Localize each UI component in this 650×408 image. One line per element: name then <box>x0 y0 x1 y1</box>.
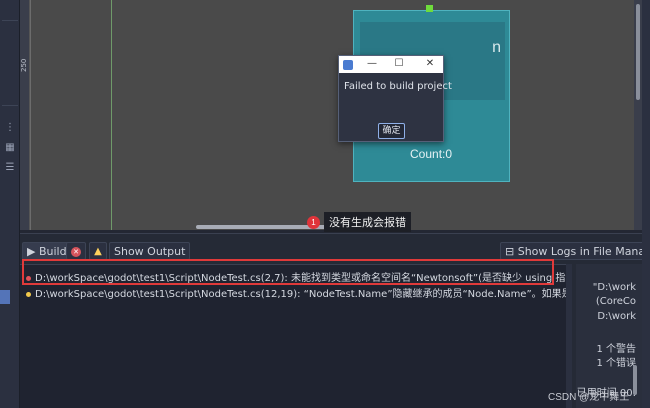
show-output-button[interactable]: Show Output <box>109 242 191 260</box>
minimize-icon[interactable]: — <box>363 56 381 73</box>
editor-viewport[interactable]: n Count:0 <box>30 0 642 230</box>
summary-line: (CoreCo <box>595 296 636 307</box>
viewport-vertical-scrollbar[interactable] <box>634 0 642 230</box>
dock-selection-marker <box>0 290 10 304</box>
close-icon[interactable]: ✕ <box>421 56 439 73</box>
build-label: Build <box>38 245 67 258</box>
dock-grid-icon[interactable]: ▦ <box>3 142 17 154</box>
callout-number-badge: 1 <box>307 215 320 229</box>
summary-warnings: 1 个警告 <box>596 344 636 355</box>
vertical-ruler: 250 <box>20 0 30 230</box>
node-pivot-handle[interactable] <box>426 5 433 12</box>
dock-menu-icon[interactable]: ⋮ <box>3 122 17 134</box>
node-title-fragment: n <box>492 39 501 56</box>
maximize-icon[interactable]: ☐ <box>390 56 408 73</box>
log-scrollbar[interactable] <box>566 264 572 408</box>
error-highlight-box <box>22 259 554 285</box>
summary-scrollbar[interactable] <box>633 365 637 395</box>
folder-icon: ⊟ <box>505 245 518 258</box>
build-button[interactable]: ▶ Build <box>22 242 72 260</box>
summary-line: D:\work <box>597 311 636 322</box>
dialog-titlebar: — ☐ ✕ <box>339 56 443 73</box>
dock-separator <box>2 20 18 21</box>
show-logs-button[interactable]: ⊟ Show Logs in File Manager <box>500 242 650 260</box>
summary-line: "D:\work <box>592 282 636 293</box>
build-log-list[interactable]: D:\workSpace\godot\test1\Script\NodeTest… <box>20 264 566 408</box>
dock-separator <box>2 105 18 106</box>
log-entry-text: D:\workSpace\godot\test1\Script\NodeTest… <box>35 289 566 300</box>
scrollbar-thumb[interactable] <box>636 4 640 100</box>
ruler-label: 250 <box>20 58 28 72</box>
count-label: Count:0 <box>410 147 453 161</box>
error-icon: ✕ <box>71 247 81 257</box>
ok-button[interactable]: 确定 <box>378 123 405 139</box>
warning-filter-toggle[interactable]: ▲ <box>89 242 107 260</box>
viewport-guide-line <box>111 0 112 230</box>
godot-app-icon <box>343 59 353 70</box>
watermark: CSDN @龙中舞王 <box>548 392 630 403</box>
error-filter-toggle[interactable]: ✕ <box>66 242 86 260</box>
build-failed-dialog: — ☐ ✕ Failed to build project 确定 <box>338 55 452 142</box>
warning-dot-icon <box>26 291 31 297</box>
right-dock-edge <box>642 0 650 408</box>
left-dock-strip: ⋮ ▦ ☰ <box>0 0 20 408</box>
annotation-callout: 1 没有生成会报错 <box>307 212 411 232</box>
play-icon: ▶ <box>27 245 39 258</box>
summary-errors: 1 个错误 <box>596 358 636 369</box>
log-entry-warning[interactable]: D:\workSpace\godot\test1\Script\NodeTest… <box>26 287 566 303</box>
callout-text: 没有生成会报错 <box>324 212 411 232</box>
show-logs-label: Show Logs in File Manager <box>517 245 650 258</box>
dock-list-icon[interactable]: ☰ <box>3 162 17 174</box>
dialog-message: Failed to build project <box>344 81 452 92</box>
